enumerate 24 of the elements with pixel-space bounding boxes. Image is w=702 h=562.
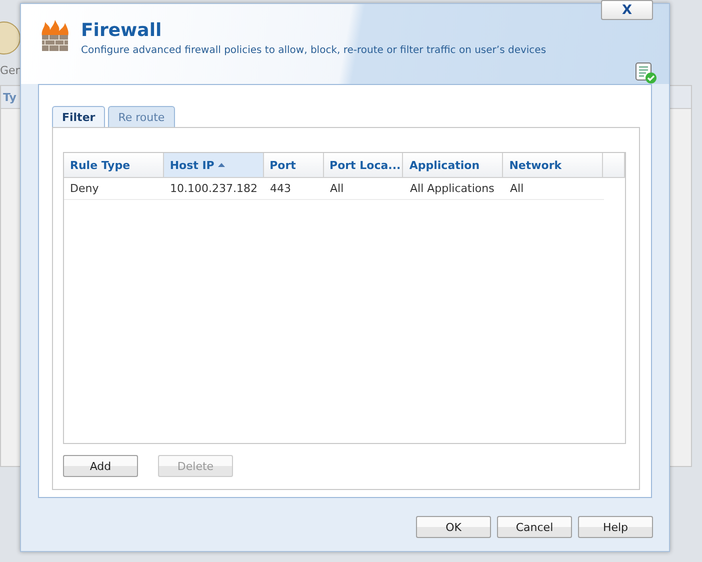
column-header[interactable]: Network — [503, 153, 603, 177]
table-cell-text: 443 — [269, 181, 292, 197]
table-cell-text: All — [509, 181, 525, 197]
close-button[interactable]: X — [601, 0, 653, 20]
table-cell-text: All Applications — [409, 181, 496, 197]
checklist-icon[interactable] — [635, 62, 657, 84]
column-header[interactable]: Port — [264, 153, 324, 177]
column-header[interactable]: Application — [403, 153, 504, 177]
dialog-button[interactable]: Cancel — [497, 516, 572, 538]
dialog-title: Firewall — [81, 20, 163, 41]
table-cell-text: All — [329, 181, 345, 197]
dialog-button[interactable]: Help — [578, 516, 653, 538]
column-header[interactable]: Port Loca... — [324, 153, 404, 177]
dialog-description: Configure advanced firewall policies to allow, block, re-route or filter traffic on user’s devices — [81, 45, 546, 56]
table-button[interactable]: Add — [63, 455, 138, 477]
dialog-button[interactable]: OK — [416, 516, 491, 538]
table-cell-text: Deny — [69, 181, 100, 197]
table-cell-text: 10.100.237.182 — [169, 181, 258, 197]
tab[interactable]: Filter — [52, 106, 106, 127]
firewall-icon — [39, 20, 71, 52]
tab[interactable]: Re route — [108, 106, 175, 127]
sort-up-icon — [218, 163, 226, 167]
avatar-icon — [0, 20, 22, 56]
column-header[interactable]: Host IP — [164, 153, 264, 177]
